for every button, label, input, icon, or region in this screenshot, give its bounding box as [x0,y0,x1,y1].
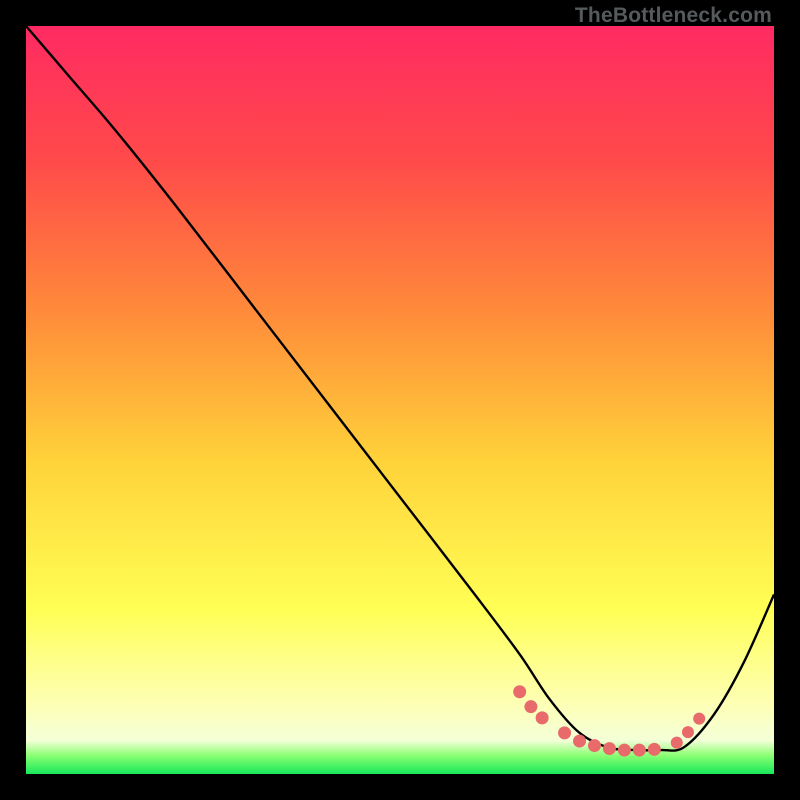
trough-dot [588,739,601,752]
watermark-text: TheBottleneck.com [575,4,772,28]
trough-dot [682,726,694,738]
trough-dot [693,713,705,725]
trough-dot [573,735,586,748]
trough-dot [633,744,646,757]
chart-frame: TheBottleneck.com [0,0,800,800]
plot-background [26,26,774,774]
trough-dot [648,743,661,756]
trough-dot [671,737,683,749]
trough-dot [536,711,549,724]
trough-dot [558,726,571,739]
trough-dot [618,744,631,757]
chart-canvas [26,26,774,774]
trough-dot [524,700,537,713]
trough-dot [603,742,616,755]
trough-dot [513,685,526,698]
